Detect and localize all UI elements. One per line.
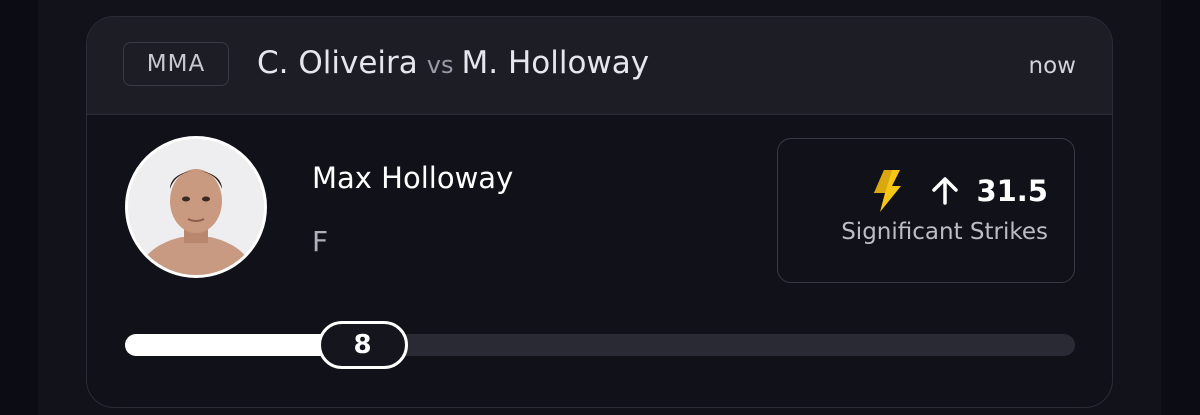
arrow-up-icon bbox=[932, 177, 959, 205]
sport-badge: MMA bbox=[123, 42, 229, 86]
lightning-bolt-icon bbox=[874, 170, 902, 212]
stat-line-box[interactable]: 31.5 Significant Strikes bbox=[777, 138, 1075, 283]
player-position: F bbox=[312, 225, 329, 258]
slider-thumb[interactable]: 8 bbox=[317, 321, 408, 369]
stat-type-label: Significant Strikes bbox=[841, 219, 1048, 245]
prop-card[interactable]: MMA C. Oliveira vs M. Holloway now Max H… bbox=[86, 16, 1113, 408]
vs-label: vs bbox=[426, 51, 454, 79]
card-header: MMA C. Oliveira vs M. Holloway now bbox=[87, 17, 1112, 115]
event-time: now bbox=[1028, 53, 1076, 79]
stat-line-row: 31.5 bbox=[872, 169, 1048, 213]
player-headshot-icon bbox=[128, 139, 264, 275]
fighter-b-name: M. Holloway bbox=[461, 45, 650, 81]
slider-track[interactable]: 8 bbox=[125, 321, 1075, 369]
player-name: Max Holloway bbox=[312, 161, 514, 195]
fighter-a-name: C. Oliveira bbox=[257, 45, 418, 81]
matchup-title: C. Oliveira vs M. Holloway bbox=[257, 45, 649, 81]
player-avatar bbox=[125, 136, 267, 278]
stat-line-value: 31.5 bbox=[976, 174, 1048, 208]
